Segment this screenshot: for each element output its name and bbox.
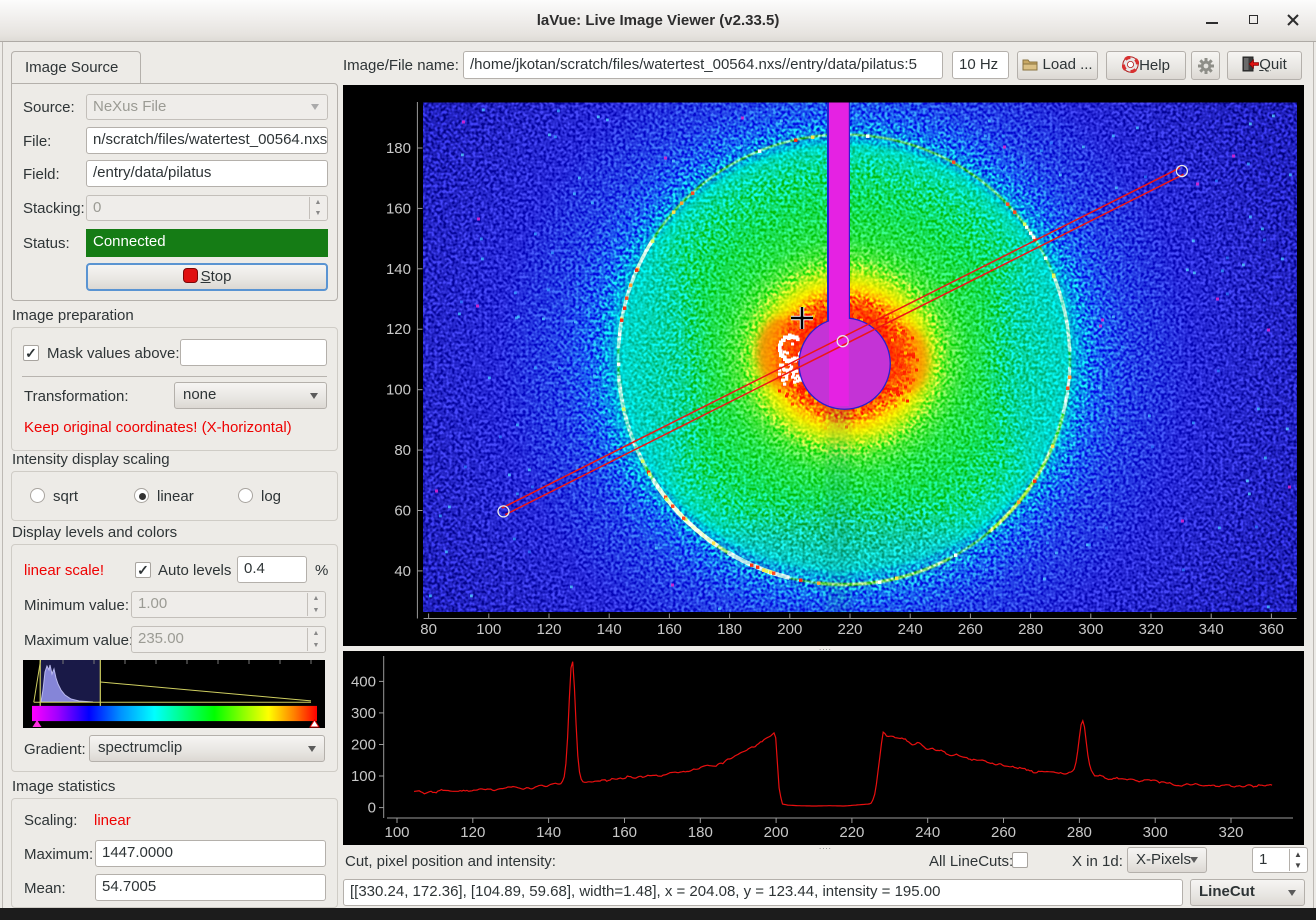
svg-text:80: 80 [394,442,411,459]
svg-text:140: 140 [536,824,561,841]
svg-text:100: 100 [351,768,376,785]
svg-text:160: 160 [657,621,682,638]
svg-text:200: 200 [777,621,802,638]
svg-text:100: 100 [476,621,501,638]
svg-text:0: 0 [368,800,376,817]
svg-text:120: 120 [386,321,411,338]
svg-text:300: 300 [351,705,376,722]
svg-text:60: 60 [394,503,411,520]
svg-text:320: 320 [1138,621,1163,638]
svg-text:260: 260 [958,621,983,638]
svg-text:260: 260 [991,824,1016,841]
svg-text:240: 240 [915,824,940,841]
svg-text:80: 80 [420,621,437,638]
svg-text:280: 280 [1067,824,1092,841]
svg-text:360: 360 [1259,621,1284,638]
svg-text:220: 220 [837,621,862,638]
svg-text:300: 300 [1078,621,1103,638]
svg-text:140: 140 [386,261,411,278]
svg-text:120: 120 [536,621,561,638]
svg-text:300: 300 [1143,824,1168,841]
svg-text:160: 160 [386,200,411,217]
svg-text:100: 100 [384,824,409,841]
svg-text:200: 200 [351,737,376,754]
svg-text:100: 100 [386,382,411,399]
svg-text:120: 120 [460,824,485,841]
svg-text:320: 320 [1218,824,1243,841]
svg-text:180: 180 [688,824,713,841]
svg-text:180: 180 [717,621,742,638]
svg-text:280: 280 [1018,621,1043,638]
svg-text:340: 340 [1199,621,1224,638]
svg-text:160: 160 [612,824,637,841]
svg-text:220: 220 [839,824,864,841]
svg-text:180: 180 [386,140,411,157]
svg-text:140: 140 [597,621,622,638]
svg-text:40: 40 [394,563,411,580]
svg-text:240: 240 [898,621,923,638]
svg-text:200: 200 [764,824,789,841]
svg-text:400: 400 [351,673,376,690]
